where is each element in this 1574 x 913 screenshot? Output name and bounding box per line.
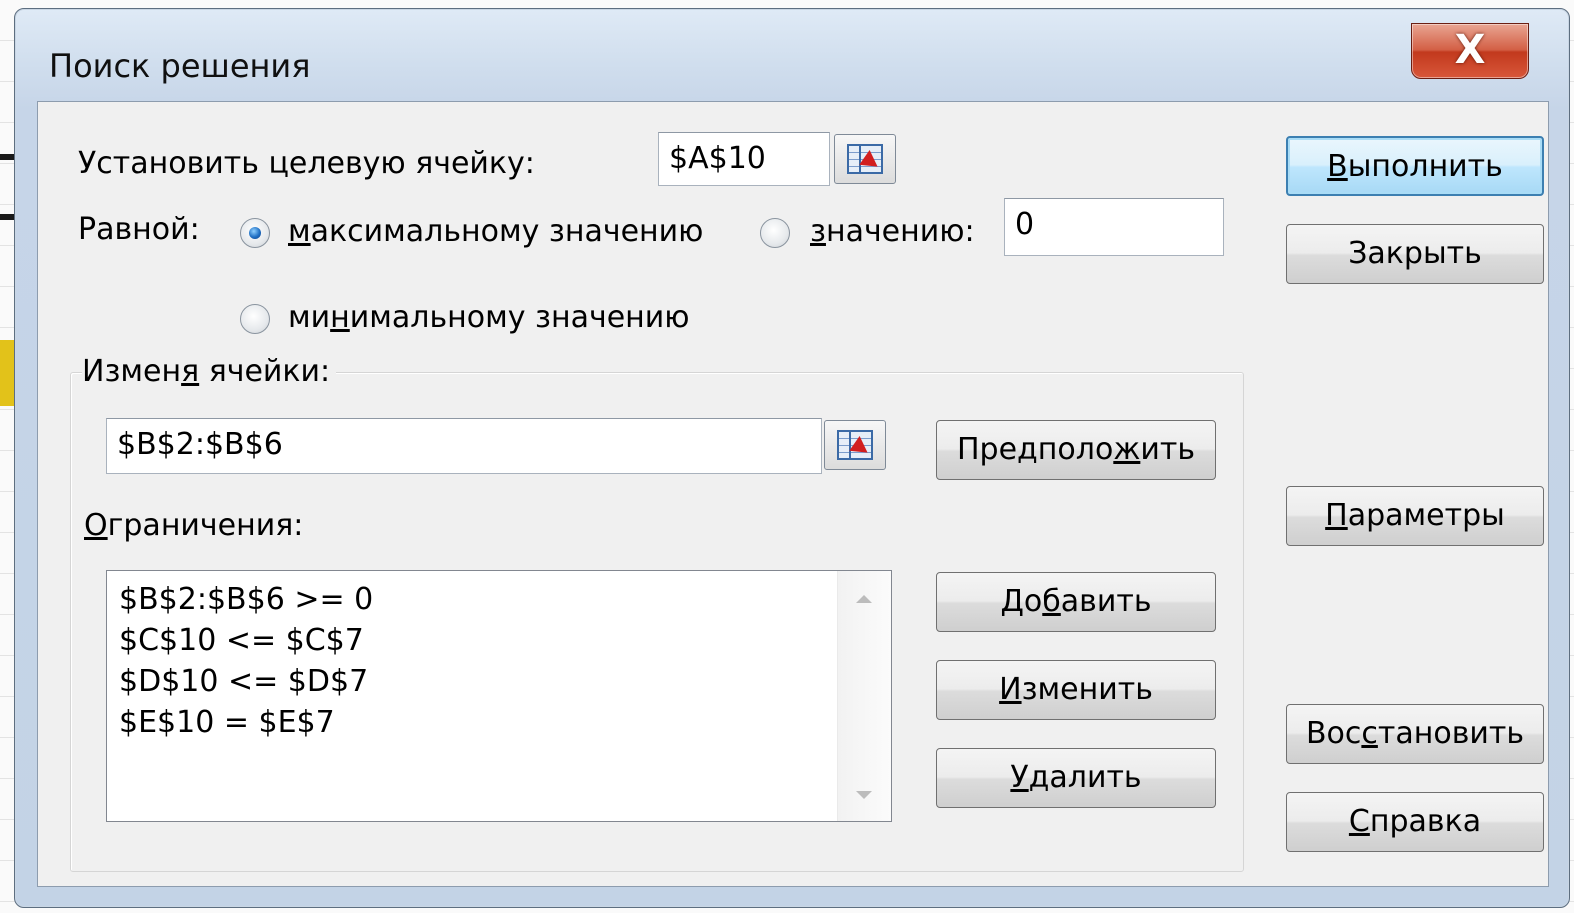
changing-cells-input[interactable]: $B$2:$B$6 [106, 418, 822, 474]
constraint-item[interactable]: $D$10 <= $D$7 [119, 661, 373, 702]
dialog-title: Поиск решения [49, 47, 311, 85]
scroll-down-icon[interactable] [856, 791, 872, 799]
reset-post: тановить [1377, 716, 1525, 751]
constraints-label-post: граничения: [107, 508, 304, 543]
constraint-item[interactable]: $E$10 = $E$7 [119, 702, 373, 743]
solve-button[interactable]: Выполнить [1286, 136, 1544, 196]
help-button[interactable]: Справка [1286, 792, 1544, 852]
reset-mnemonic: с [1361, 716, 1378, 751]
target-cell-label: Установить целевую ячейку: [78, 146, 535, 181]
solver-dialog: Поиск решения X Установить целевую ячейк… [14, 8, 1570, 908]
constraint-item[interactable]: $C$10 <= $C$7 [119, 620, 373, 661]
guess-button-post: ить [1140, 432, 1195, 467]
equal-to-label: Равной: [78, 212, 200, 247]
change-constraint-button[interactable]: Изменить [936, 660, 1216, 720]
help-mnemonic: С [1348, 804, 1370, 839]
constraint-item[interactable]: $B$2:$B$6 >= 0 [119, 579, 373, 620]
help-post: правка [1369, 804, 1482, 839]
change-post: зменить [1021, 672, 1153, 707]
radio-value[interactable] [760, 218, 790, 248]
add-post: авить [1060, 584, 1152, 619]
guess-button[interactable]: Предположить [936, 420, 1216, 480]
solve-post: ыполнить [1347, 149, 1503, 184]
options-mnemonic: П [1325, 498, 1348, 533]
add-pre: До [1000, 584, 1043, 619]
value-of-input[interactable]: 0 [1004, 198, 1224, 256]
target-cell-ref-button[interactable] [834, 134, 896, 184]
radio-max-text: аксимальному значению [310, 214, 704, 249]
radio-min-mnemonic: н [330, 300, 350, 335]
scroll-up-icon[interactable] [856, 595, 872, 603]
delete-post: далить [1028, 760, 1142, 795]
constraints-list[interactable]: $B$2:$B$6 >= 0 $C$10 <= $C$7 $D$10 <= $D… [106, 570, 892, 822]
changing-cells-label-pre: Измен [82, 354, 182, 389]
constraints-scrollbar[interactable] [837, 571, 891, 821]
changing-cells-label: Изменя ячейки: [82, 354, 337, 390]
solve-mnemonic: В [1327, 149, 1348, 184]
reset-all-button[interactable]: Восстановить [1286, 704, 1544, 764]
dialog-client-area: Установить целевую ячейку: $A$10 Равной:… [37, 101, 1549, 887]
radio-min-label[interactable]: минимальному значению [288, 300, 690, 336]
close-button[interactable]: Закрыть [1286, 224, 1544, 284]
radio-max-mnemonic: м [288, 214, 311, 249]
radio-min-text: имальному значению [349, 300, 690, 335]
close-window-button[interactable]: X [1411, 23, 1529, 79]
radio-min[interactable] [240, 304, 270, 334]
constraints-mnemonic: О [84, 508, 108, 543]
change-mnemonic: И [999, 672, 1022, 707]
radio-value-mnemonic: з [810, 214, 826, 249]
changing-cells-ref-button[interactable] [824, 420, 886, 470]
delete-constraint-button[interactable]: Удалить [936, 748, 1216, 808]
radio-value-text: начению: [825, 214, 975, 249]
constraints-items: $B$2:$B$6 >= 0 $C$10 <= $C$7 $D$10 <= $D… [119, 579, 373, 743]
add-constraint-button[interactable]: Добавить [936, 572, 1216, 632]
radio-max-label[interactable]: максимальному значению [288, 214, 703, 250]
radio-value-label[interactable]: значению: [810, 214, 975, 250]
add-mnemonic: б [1042, 584, 1061, 619]
constraints-label: Ограничения: [84, 508, 303, 544]
guess-button-mnemonic: ж [1113, 432, 1141, 467]
guess-button-pre: Предполо [957, 432, 1114, 467]
changing-cells-mnemonic: я [181, 354, 200, 389]
radio-max[interactable] [240, 218, 270, 248]
radio-min-text-pre: ми [288, 300, 331, 335]
changing-cells-label-post: ячейки: [199, 354, 331, 389]
delete-mnemonic: У [1010, 760, 1029, 795]
close-icon: X [1454, 27, 1486, 73]
options-button[interactable]: Параметры [1286, 486, 1544, 546]
options-post: араметры [1347, 498, 1505, 533]
reset-pre: Вос [1305, 716, 1362, 751]
target-cell-input[interactable]: $A$10 [658, 132, 830, 186]
